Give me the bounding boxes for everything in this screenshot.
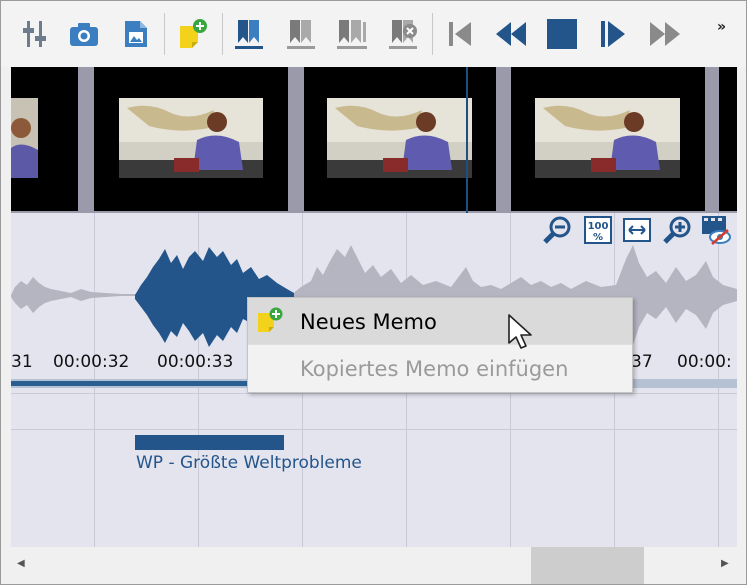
zoom-100-icon[interactable]: 100% (582, 214, 614, 246)
scrollbar-thumb[interactable] (531, 547, 644, 584)
camera-icon[interactable] (64, 14, 104, 54)
media-player-window: » 100 % 31 00:00:32 00:00:33 37 00:00: W… (0, 0, 747, 585)
playhead-line (466, 67, 468, 213)
menu-item-label: Kopiertes Memo einfügen (300, 357, 569, 381)
context-menu: Neues Memo Kopiertes Memo einfügen (247, 297, 633, 393)
time-tick-label: 31 (11, 352, 33, 372)
new-memo-icon[interactable] (173, 14, 213, 54)
video-filmstrip[interactable] (11, 67, 737, 213)
track-divider (11, 393, 737, 394)
bookmark-blue-icon[interactable] (229, 14, 269, 54)
menu-item-label: Neues Memo (300, 310, 437, 334)
time-tick-label: 00:00:32 (53, 352, 130, 372)
menu-item-paste-memo[interactable]: Kopiertes Memo einfügen (248, 345, 632, 391)
settings-sliders-icon[interactable] (15, 14, 55, 54)
zoom-in-icon[interactable] (661, 214, 693, 246)
scroll-right-icon[interactable]: ▶ (721, 558, 729, 569)
svg-text:%: % (593, 232, 603, 243)
bookmark-remove-icon[interactable] (383, 14, 423, 54)
new-memo-icon (256, 307, 283, 333)
time-tick-label: 37 (631, 352, 653, 372)
video-thumbnail (11, 67, 78, 211)
bookmark-double-icon[interactable] (332, 14, 372, 54)
toolbar-separator (222, 13, 223, 55)
mouse-pointer-icon (508, 314, 532, 349)
video-thumbnail-image (535, 98, 680, 178)
scroll-left-icon[interactable]: ◀ (17, 558, 25, 569)
toolbar-overflow-icon[interactable]: » (717, 19, 726, 35)
time-tick-label: 00:00:33 (157, 352, 234, 372)
play-icon[interactable] (593, 14, 633, 54)
bookmark-gray-icon[interactable] (281, 14, 321, 54)
zoom-out-icon[interactable] (541, 214, 573, 246)
skip-to-start-icon[interactable] (439, 14, 479, 54)
image-export-icon[interactable] (116, 14, 156, 54)
video-thumbnail (511, 67, 705, 211)
menu-item-new-memo[interactable]: Neues Memo (248, 298, 632, 344)
coding-stripe[interactable] (135, 435, 284, 450)
horizontal-scrollbar[interactable]: ◀ ▶ (11, 547, 737, 584)
toolbar-separator (432, 13, 433, 55)
video-thumbnail-image (327, 98, 472, 178)
coding-stripe-label: WP - Größte Weltprobleme (136, 453, 362, 473)
svg-text:100: 100 (588, 221, 609, 232)
video-thumbnail (94, 67, 288, 211)
track-divider (11, 429, 737, 430)
stop-icon[interactable] (542, 14, 582, 54)
video-thumbnail-image (11, 98, 38, 178)
video-visibility-icon[interactable] (700, 214, 732, 246)
rewind-icon[interactable] (491, 14, 531, 54)
playback-progress-fill (11, 381, 251, 386)
video-thumbnail (719, 67, 737, 211)
toolbar-separator (164, 13, 165, 55)
video-thumbnail-image (119, 98, 263, 178)
fast-forward-icon[interactable] (645, 14, 685, 54)
fit-width-icon[interactable] (621, 214, 653, 246)
toolbar: » (1, 1, 746, 67)
time-tick-label: 00:00: (677, 352, 732, 372)
